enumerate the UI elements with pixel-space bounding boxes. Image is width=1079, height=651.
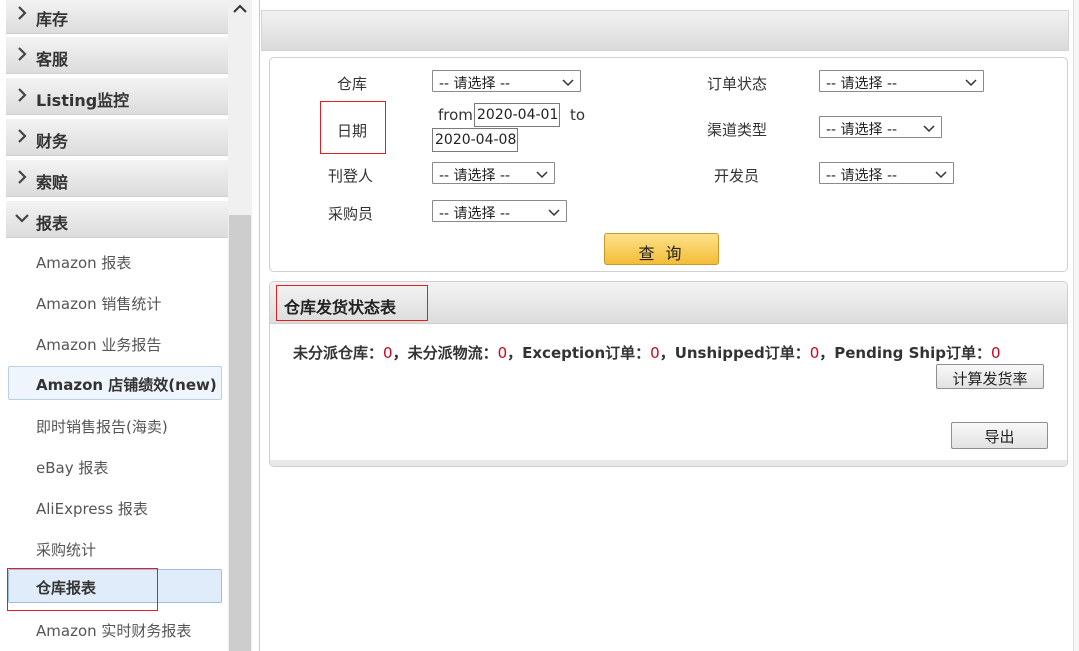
main-scrollbar[interactable]: [1073, 0, 1079, 651]
sidebar-group-label: 客服: [36, 50, 69, 69]
sidebar-scrollbar[interactable]: [228, 0, 252, 651]
publisher-select[interactable]: -- 请选择 --: [432, 162, 555, 184]
sidebar-item-amazon-sales-stats[interactable]: Amazon 销售统计: [6, 283, 228, 321]
sidebar-group-claims[interactable]: 索赔: [6, 160, 228, 197]
from-text: from: [438, 106, 473, 124]
channel-type-select-value: -- 请选择 --: [826, 122, 898, 138]
export-button-label: 导出: [984, 428, 1015, 446]
sidebar-item-label: Amazon 店铺绩效(new): [36, 376, 217, 394]
sidebar-group-inventory[interactable]: 库存: [6, 0, 228, 34]
sidebar: 库存 客服 Listing监控 财务 索赔 报表 Amazon 报表 Amazo…: [0, 0, 228, 651]
unassigned-warehouse-label: 未分派仓库：: [293, 344, 384, 362]
buyer-label: 采购员: [328, 205, 374, 223]
channel-type-label: 渠道类型: [707, 121, 768, 139]
date-from-input[interactable]: 2020-04-01: [474, 103, 560, 127]
scrollbar-thumb[interactable]: [229, 215, 251, 651]
buyer-select[interactable]: -- 请选择 --: [432, 200, 567, 222]
sidebar-item-amazon-realtime-finance[interactable]: Amazon 实时财务报表: [6, 610, 228, 648]
date-label: 日期: [337, 122, 368, 140]
warehouse-select-value: -- 请选择 --: [439, 76, 511, 92]
chevron-right-icon: [15, 4, 29, 22]
sidebar-item-amazon-business-report[interactable]: Amazon 业务报告: [6, 324, 228, 362]
sidebar-group-label: 财务: [36, 132, 69, 151]
chevron-right-icon: [15, 86, 29, 104]
warehouse-label: 仓库: [337, 75, 368, 93]
order-status-select[interactable]: -- 请选择 --: [819, 70, 984, 92]
sidebar-group-finance[interactable]: 财务: [6, 119, 228, 156]
sidebar-item-label: 采购统计: [36, 541, 97, 559]
exception-label: ，Exception订单：: [507, 344, 651, 362]
sidebar-item-purchase-stats[interactable]: 采购统计: [6, 529, 228, 567]
date-to-value: 2020-04-08: [435, 132, 517, 148]
query-button[interactable]: 查 询: [604, 233, 719, 265]
publisher-select-value: -- 请选择 --: [439, 168, 511, 184]
sidebar-group-reports[interactable]: 报表: [6, 201, 228, 238]
unassigned-warehouse-count[interactable]: 0: [383, 344, 393, 362]
buyer-select-value: -- 请选择 --: [439, 206, 511, 222]
sidebar-item-label: Amazon 报表: [36, 254, 132, 272]
status-panel-footer: [270, 460, 1067, 466]
unshipped-count[interactable]: 0: [810, 344, 820, 362]
sidebar-item-label: 即时销售报告(海卖): [36, 418, 168, 436]
publisher-label: 刊登人: [328, 167, 374, 185]
chevron-down-icon: [15, 209, 29, 227]
chevron-right-icon: [15, 127, 29, 145]
top-toolbar: [261, 10, 1069, 51]
sidebar-group-label: 报表: [36, 214, 69, 233]
sidebar-group-listing-monitor[interactable]: Listing监控: [6, 78, 228, 115]
channel-type-select[interactable]: -- 请选择 --: [819, 116, 942, 138]
unshipped-label: ，Unshipped订单：: [659, 344, 810, 362]
chevron-down-icon: [935, 167, 947, 179]
developer-select[interactable]: -- 请选择 --: [819, 162, 954, 184]
sidebar-group-label: Listing监控: [36, 91, 130, 110]
chevron-down-icon: [536, 167, 548, 179]
status-panel: 仓库发货状态表 未分派仓库：0，未分派物流：0，Exception订单：0，Un…: [269, 281, 1068, 467]
sidebar-group-label: 索赔: [36, 173, 69, 192]
filter-panel: 仓库 -- 请选择 -- 订单状态 -- 请选择 -- 日期 from 2020…: [269, 57, 1068, 272]
chevron-up-icon[interactable]: [232, 2, 248, 16]
highlight-box-status-title: [276, 285, 428, 321]
unassigned-logistics-label: ，未分派物流：: [392, 344, 498, 362]
exception-count[interactable]: 0: [650, 344, 660, 362]
sidebar-group-label: 库存: [36, 10, 69, 29]
sidebar-item-amazon-report[interactable]: Amazon 报表: [6, 242, 228, 280]
calculate-button-label: 计算发货率: [952, 370, 1028, 388]
order-status-label: 订单状态: [707, 75, 768, 93]
sidebar-item-aliexpress-report[interactable]: AliExpress 报表: [6, 488, 228, 526]
query-button-label: 查 询: [638, 244, 685, 263]
chevron-right-icon: [15, 168, 29, 186]
date-to-input[interactable]: 2020-04-08: [432, 128, 518, 152]
sidebar-item-label: Amazon 实时财务报表: [36, 622, 192, 640]
sidebar-item-ebay-report[interactable]: eBay 报表: [6, 447, 228, 485]
chevron-down-icon: [562, 75, 574, 87]
pending-label: ，Pending Ship订单：: [819, 344, 991, 362]
warehouse-select[interactable]: -- 请选择 --: [432, 70, 581, 92]
sidebar-item-label: eBay 报表: [36, 459, 109, 477]
to-text: to: [570, 106, 586, 124]
chevron-down-icon: [548, 205, 560, 217]
order-status-select-value: -- 请选择 --: [826, 76, 898, 92]
developer-select-value: -- 请选择 --: [826, 168, 898, 184]
highlight-box-warehouse-report: [7, 568, 158, 611]
sidebar-item-label: Amazon 业务报告: [36, 336, 162, 354]
calculate-shipping-rate-button[interactable]: 计算发货率: [936, 364, 1044, 389]
sidebar-item-label: AliExpress 报表: [36, 500, 148, 518]
sidebar-group-customer-service[interactable]: 客服: [6, 37, 228, 74]
sidebar-item-instant-sales-report[interactable]: 即时销售报告(海卖): [6, 406, 228, 444]
main-content: 仓库 -- 请选择 -- 订单状态 -- 请选择 -- 日期 from 2020…: [261, 0, 1079, 651]
status-summary: 未分派仓库：0，未分派物流：0，Exception订单：0，Unshipped订…: [293, 342, 1001, 363]
chevron-right-icon: [15, 45, 29, 63]
export-button[interactable]: 导出: [951, 422, 1048, 449]
chevron-down-icon: [923, 121, 935, 133]
sidebar-item-amazon-store-performance[interactable]: Amazon 店铺绩效(new): [8, 366, 222, 400]
chevron-down-icon: [965, 75, 977, 87]
panel-divider: [252, 0, 260, 651]
date-from-value: 2020-04-01: [477, 107, 559, 123]
pending-count[interactable]: 0: [991, 344, 1001, 362]
sidebar-item-label: Amazon 销售统计: [36, 295, 162, 313]
developer-label: 开发员: [714, 167, 760, 185]
unassigned-logistics-count[interactable]: 0: [498, 344, 508, 362]
